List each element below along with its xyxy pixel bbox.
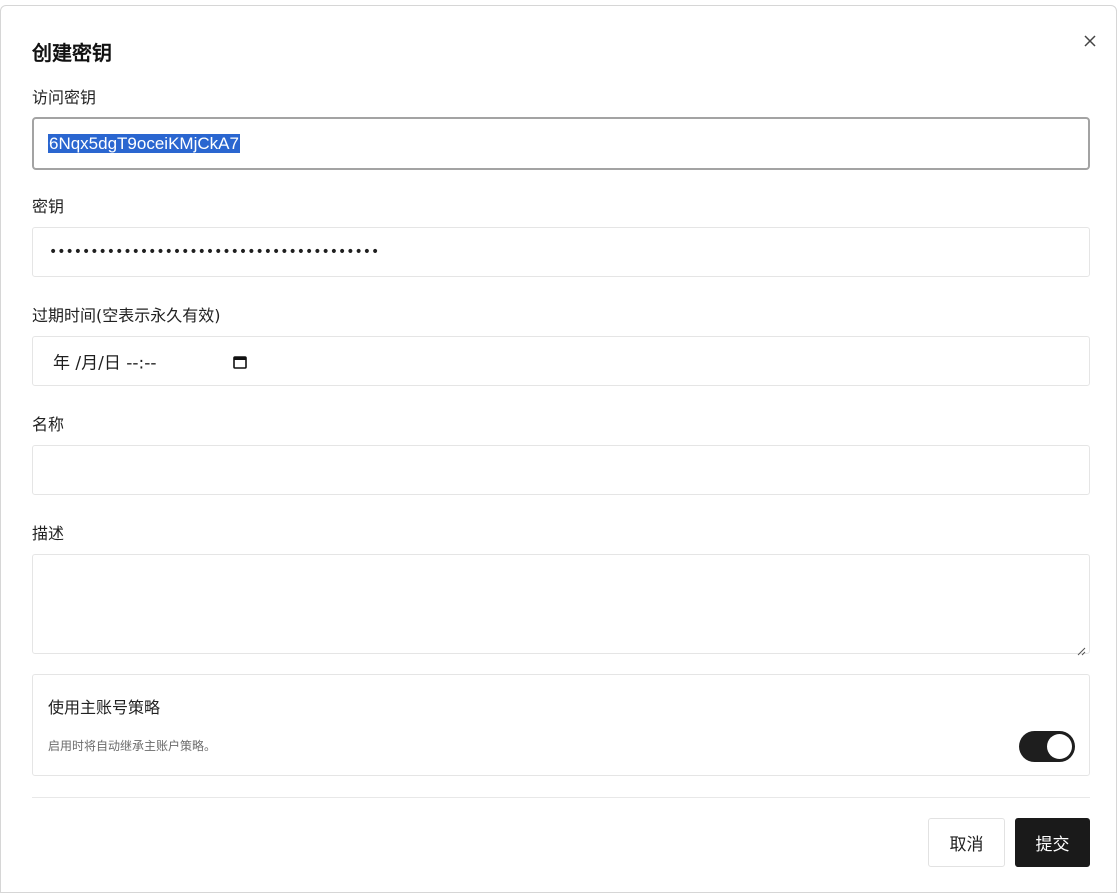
access-key-input[interactable]: 6Nqx5dgT9oceiKMjCkA7 (32, 117, 1090, 170)
calendar-icon[interactable] (233, 354, 247, 369)
close-icon[interactable] (1079, 30, 1101, 52)
resize-handle-icon[interactable] (1077, 641, 1086, 656)
secret-key-input[interactable]: •••••••••••••••••••••••••••••••••••••••• (32, 227, 1090, 277)
secret-key-label: 密钥 (32, 197, 65, 216)
create-key-dialog: 创建密钥 访问密钥 6Nqx5dgT9oceiKMjCkA7 密钥 ••••••… (0, 5, 1117, 893)
access-key-value: 6Nqx5dgT9oceiKMjCkA7 (48, 133, 240, 153)
policy-description: 启用时将自动继承主账户策略。 (48, 739, 217, 753)
description-label: 描述 (32, 524, 65, 543)
expiry-placeholder: 年 /月/日 --:-- (53, 353, 157, 374)
submit-button[interactable]: 提交 (1015, 818, 1090, 867)
policy-title: 使用主账号策略 (48, 698, 161, 717)
description-textarea[interactable] (32, 554, 1090, 656)
expiry-label: 过期时间(空表示永久有效) (32, 306, 221, 325)
toggle-knob (1047, 734, 1072, 759)
policy-toggle[interactable] (1019, 731, 1075, 762)
footer-divider (32, 797, 1090, 798)
main-account-policy-panel: 使用主账号策略 启用时将自动继承主账户策略。 (32, 674, 1090, 776)
name-input[interactable] (32, 445, 1090, 495)
secret-key-masked-value: •••••••••••••••••••••••••••••••••••••••• (49, 244, 380, 260)
name-label: 名称 (32, 415, 65, 434)
expiry-datetime-input[interactable]: 年 /月/日 --:-- (32, 336, 1090, 386)
cancel-button[interactable]: 取消 (928, 818, 1005, 867)
access-key-label: 访问密钥 (32, 88, 97, 107)
dialog-title: 创建密钥 (32, 41, 112, 65)
